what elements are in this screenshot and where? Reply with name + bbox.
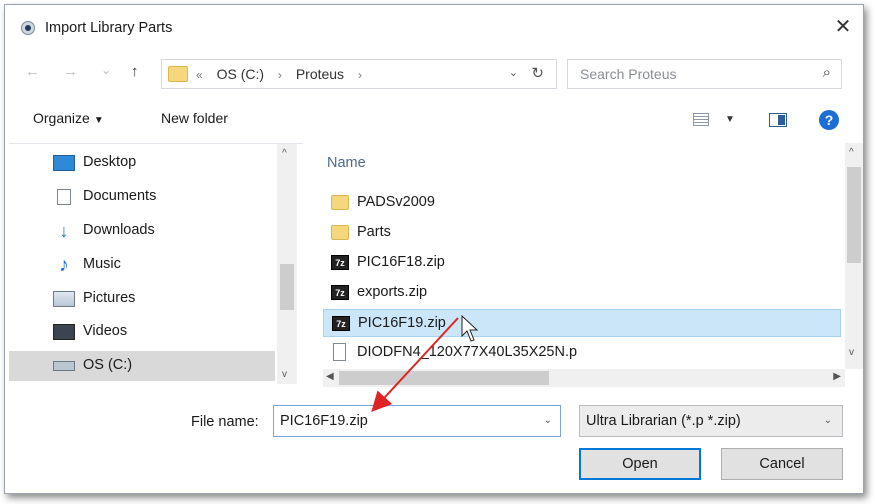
archive-icon: 7z (331, 255, 349, 270)
refresh-button[interactable]: ↻ (531, 64, 544, 82)
chevron-down-icon[interactable]: ⌄ (544, 415, 552, 426)
organize-label: Organize (33, 110, 90, 126)
drive-icon (53, 361, 75, 371)
window-title: Import Library Parts (45, 20, 173, 36)
file-icon (333, 343, 346, 361)
sidebar-item-pictures[interactable]: Pictures (9, 284, 275, 314)
sidebar-item-videos[interactable]: Videos (9, 317, 275, 347)
file-item-pic16f19-zip[interactable]: 7z PIC16F19.zip (323, 309, 841, 337)
pictures-icon (53, 291, 75, 307)
column-header-name[interactable]: Name (327, 155, 366, 171)
navigation-bar: ← → ⌄ ↑ « OS (C:) › Proteus › ⌄ ↻ Search… (5, 57, 863, 91)
file-list-vertical-scrollbar[interactable]: ^ v (845, 143, 863, 369)
desktop-icon (53, 155, 75, 171)
file-name: exports.zip (357, 284, 428, 300)
sidebar-item-label: Videos (83, 323, 128, 339)
navigation-pane-scrollbar[interactable]: ^ v (277, 144, 297, 384)
address-bar[interactable]: « OS (C:) › Proteus › ⌄ ↻ (161, 59, 557, 89)
file-name-field[interactable]: PIC16F19.zip ⌄ (273, 405, 561, 437)
close-button[interactable]: ✕ (829, 13, 857, 41)
help-icon[interactable]: ? (819, 110, 839, 130)
scroll-thumb[interactable] (339, 371, 549, 385)
folder-icon (331, 225, 349, 240)
sidebar-item-desktop[interactable]: Desktop (9, 148, 275, 178)
scroll-up-button[interactable]: ^ (282, 148, 287, 159)
sidebar-item-label: Desktop (83, 154, 137, 170)
file-item-diodfn4[interactable]: DIODFN4_120X77X40L35X25N.p (323, 339, 841, 367)
file-item-exports-zip[interactable]: 7z exports.zip (323, 279, 841, 307)
title-bar: Import Library Parts ✕ (5, 5, 863, 49)
file-name: PIC16F18.zip (357, 254, 445, 270)
music-icon: ♪ (59, 254, 69, 276)
up-folder-button[interactable]: ↑ (131, 63, 139, 80)
address-dropdown-button[interactable]: ⌄ (509, 66, 518, 79)
recent-locations-button[interactable]: ⌄ (101, 63, 111, 77)
scroll-right-button[interactable]: ▶ (833, 371, 841, 382)
breadcrumb: « OS (C:) › Proteus › (196, 66, 372, 82)
sidebar-item-downloads[interactable]: ↓ Downloads (9, 216, 275, 246)
navigation-pane: Desktop Documents ↓ Downloads ♪ Music Pi… (9, 143, 303, 388)
organize-menu[interactable]: Organize ▼ (33, 110, 104, 126)
file-name: PADSv2009 (357, 194, 435, 210)
file-name: Parts (357, 224, 391, 240)
sidebar-item-label: Documents (83, 188, 157, 204)
downloads-icon: ↓ (59, 221, 69, 241)
scroll-thumb[interactable] (280, 264, 294, 310)
videos-icon (53, 324, 75, 340)
sidebar-item-documents[interactable]: Documents (9, 182, 275, 212)
file-list-horizontal-scrollbar[interactable]: ◀ ▶ (323, 369, 845, 387)
file-item-parts[interactable]: Parts (323, 219, 841, 247)
sidebar-item-label: OS (C:) (83, 357, 133, 373)
breadcrumb-os-c[interactable]: OS (C:) (217, 66, 264, 82)
archive-icon: 7z (332, 316, 350, 331)
command-bar: Organize ▼ New folder ▼ ? (5, 104, 863, 136)
file-type-select[interactable]: Ultra Librarian (*.p *.zip) ⌄ (579, 405, 843, 437)
file-name-label: File name: (191, 414, 259, 430)
import-library-parts-dialog: Import Library Parts ✕ ← → ⌄ ↑ « OS (C:)… (4, 4, 864, 494)
file-list: Name PADSv2009 Parts 7z PIC16F18.zip 7z … (323, 143, 863, 387)
chevron-down-icon: ▼ (93, 115, 104, 126)
new-folder-button[interactable]: New folder (161, 110, 228, 126)
file-item-pic16f18-zip[interactable]: 7z PIC16F18.zip (323, 249, 841, 277)
open-button[interactable]: Open (579, 448, 701, 480)
overflow-chevron[interactable]: « (196, 68, 203, 82)
scroll-up-button[interactable]: ^ (849, 147, 854, 158)
sidebar-item-label: Pictures (83, 290, 136, 306)
preview-pane-icon[interactable] (769, 113, 787, 127)
folder-icon (168, 66, 188, 82)
sidebar-item-label: Music (83, 256, 121, 272)
scroll-thumb[interactable] (847, 167, 861, 263)
documents-icon (57, 189, 71, 205)
search-input[interactable]: Search Proteus (580, 66, 677, 82)
scroll-down-button[interactable]: v (282, 369, 287, 380)
scroll-down-button[interactable]: v (849, 347, 854, 358)
view-options-dropdown[interactable]: ▼ (725, 114, 735, 125)
cancel-button[interactable]: Cancel (721, 448, 843, 480)
chevron-down-icon[interactable]: ⌄ (824, 415, 832, 426)
scroll-left-button[interactable]: ◀ (326, 371, 334, 382)
chevron-right-icon[interactable]: › (278, 68, 282, 82)
breadcrumb-proteus[interactable]: Proteus (296, 66, 344, 82)
archive-icon: 7z (331, 285, 349, 300)
folder-icon (331, 195, 349, 210)
app-icon (21, 21, 35, 35)
file-item-padsv2009[interactable]: PADSv2009 (323, 189, 841, 217)
search-icon[interactable]: ⌕ (823, 64, 831, 81)
search-box[interactable]: Search Proteus ⌕ (567, 59, 842, 89)
file-name: PIC16F19.zip (358, 315, 446, 331)
view-options-icon[interactable] (693, 113, 709, 126)
file-type-value: Ultra Librarian (*.p *.zip) (586, 413, 741, 429)
sidebar-item-os-c[interactable]: OS (C:) (9, 351, 275, 381)
file-name-value[interactable]: PIC16F19.zip (280, 413, 368, 429)
forward-button[interactable]: → (63, 63, 78, 80)
chevron-right-icon[interactable]: › (358, 68, 362, 82)
sidebar-item-label: Downloads (83, 222, 155, 238)
sidebar-item-music[interactable]: ♪ Music (9, 250, 275, 280)
file-name: DIODFN4_120X77X40L35X25N.p (357, 344, 578, 360)
back-button[interactable]: ← (25, 63, 40, 80)
